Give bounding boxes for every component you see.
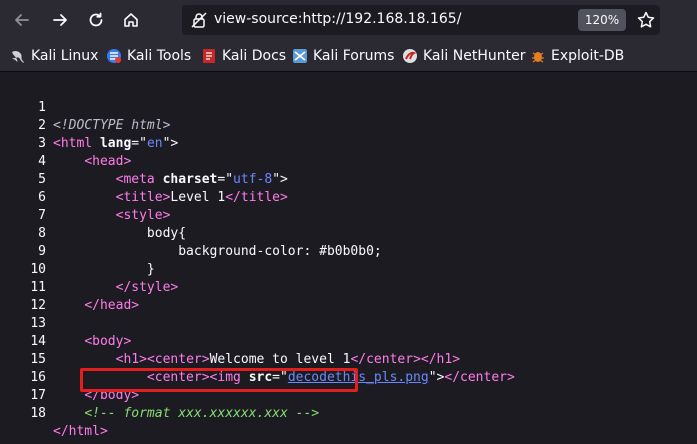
source-line: 5 <title>Level 1</title>: [0, 153, 288, 205]
source-line: 13 <body>: [0, 297, 131, 349]
bookmarks-toolbar: Kali Linux Kali Tools Kali Docs Kali For…: [0, 40, 697, 72]
home-button[interactable]: [117, 6, 145, 34]
kali-dragon-icon: [10, 48, 26, 64]
code-text: <style>: [115, 208, 171, 223]
bookmark-label: Kali Tools: [127, 48, 192, 64]
source-line: 7 body{: [0, 189, 186, 241]
code-text: <meta charset="utf-8">: [115, 172, 288, 187]
code-text: <title>Level 1</title>: [115, 190, 288, 205]
source-line: 18 </html>: [0, 387, 107, 439]
kali-tools-icon: [106, 48, 122, 64]
bookmark-kali-forums[interactable]: Kali Forums: [292, 47, 394, 65]
kali-nethunter-icon: [402, 48, 418, 64]
code-text: <head>: [84, 154, 132, 169]
source-line: 10 </style>: [0, 243, 178, 295]
bookmark-kali-linux[interactable]: Kali Linux: [10, 47, 98, 65]
source-line: 1 <!DOCTYPE html>: [0, 81, 170, 133]
source-line: 11 </head>: [0, 261, 139, 313]
reload-button[interactable]: [82, 6, 110, 34]
source-line: 15 <center><img src="decodethis_pls.png"…: [0, 333, 514, 385]
source-line: 4 <meta charset="utf-8">: [0, 135, 288, 187]
kali-docs-icon: [201, 48, 217, 64]
source-line: 9 }: [0, 225, 155, 277]
bookmark-label: Kali Forums: [313, 48, 395, 64]
bookmark-label: Exploit-DB: [551, 48, 625, 64]
browser-toolbar: view-source:http://192.168.18.165/ 120%: [0, 0, 697, 40]
source-line: 3 <head>: [0, 117, 131, 169]
exploit-db-bug-icon: [530, 48, 546, 64]
bookmark-exploit-db[interactable]: Exploit-DB: [530, 47, 624, 65]
home-icon: [124, 13, 138, 27]
source-line: 16 </body>: [0, 351, 139, 403]
code-text: background-color: #b0b0b0;: [178, 244, 382, 259]
source-line: 14 <h1><center>Welcome to level 1</cente…: [0, 315, 460, 367]
source-line: 6 <style>: [0, 171, 170, 223]
page-source-view: 1 <!DOCTYPE html> 2 <html lang="en"> 3 <…: [0, 72, 697, 444]
comment-highlight-box: [80, 368, 358, 392]
code-text: <body>: [84, 334, 132, 349]
insecure-page-icon: [191, 12, 207, 28]
bookmark-kali-nethunter[interactable]: Kali NetHunter: [402, 47, 525, 65]
source-line: 2 <html lang="en">: [0, 99, 178, 151]
bookmark-label: Kali NetHunter: [423, 48, 526, 64]
code-text: </head>: [84, 298, 140, 313]
arrow-right-icon: [53, 14, 67, 26]
bookmark-star-icon[interactable]: [636, 10, 656, 30]
kali-forums-icon: [292, 48, 308, 64]
code-text: body{: [146, 226, 187, 241]
source-line: 8 background-color: #b0b0b0;: [0, 207, 382, 259]
code-text: <h1><center>Welcome to level 1</center><…: [115, 352, 461, 367]
forward-button[interactable]: [46, 6, 74, 34]
doctype-text: <!DOCTYPE html>: [53, 118, 171, 133]
source-line: 12: [0, 279, 46, 313]
code-text: }: [146, 262, 155, 277]
line-number: 18: [30, 406, 46, 421]
code-text: </html>: [53, 424, 108, 439]
back-button[interactable]: [8, 6, 36, 34]
url-text[interactable]: view-source:http://192.168.18.165/: [214, 11, 461, 27]
bookmark-kali-docs[interactable]: Kali Docs: [201, 47, 286, 65]
code-text: </style>: [115, 280, 179, 295]
bookmark-kali-tools[interactable]: Kali Tools: [106, 47, 191, 65]
zoom-level-button[interactable]: 120%: [578, 9, 626, 31]
url-bar[interactable]: view-source:http://192.168.18.165/ 120%: [182, 5, 660, 35]
bookmark-label: Kali Docs: [222, 48, 287, 64]
reload-icon: [89, 12, 103, 27]
code-text: <html lang="en">: [53, 136, 179, 151]
arrow-left-icon: [15, 14, 29, 26]
bookmark-label: Kali Linux: [31, 48, 99, 64]
source-line: 17 <!-- format xxx.xxxxxx.xxx -->: [0, 369, 319, 421]
html-comment: <!-- format xxx.xxxxxx.xxx -->: [84, 406, 320, 421]
